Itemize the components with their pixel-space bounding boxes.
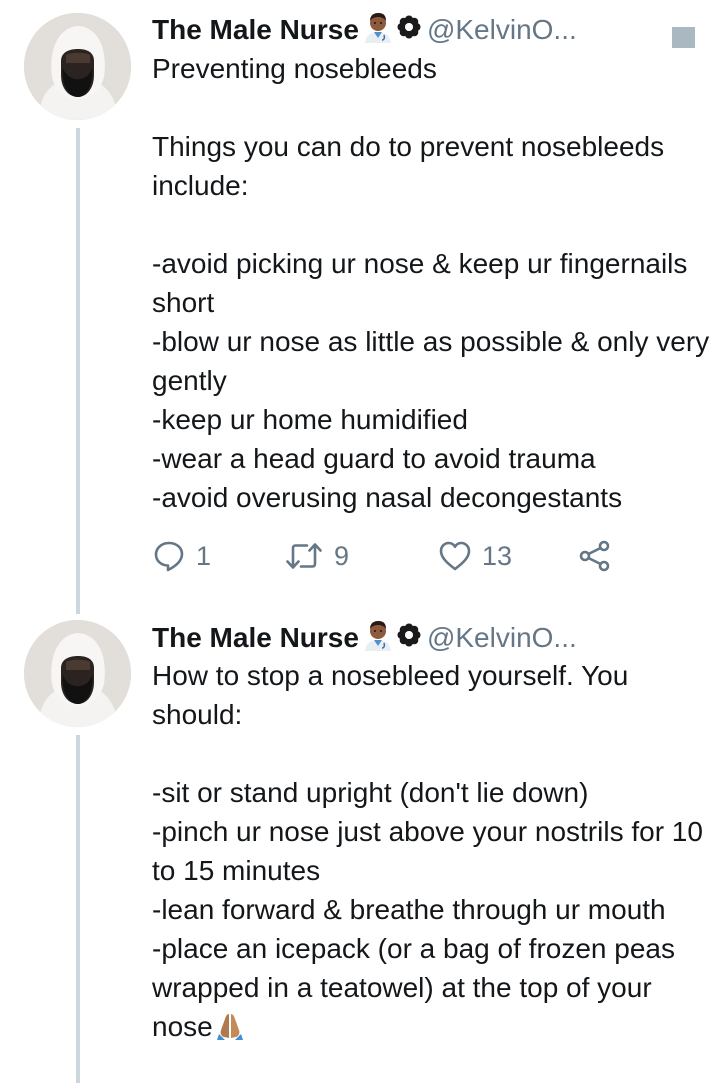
person-in-white-hood-avatar <box>24 13 131 120</box>
reply-icon <box>154 541 184 572</box>
avatar[interactable] <box>24 620 131 727</box>
tweet-1[interactable]: The Male Nurse @KelvinO... Preventing no… <box>0 0 719 600</box>
author-handle[interactable]: @KelvinO... <box>427 14 577 46</box>
tweet-actions: 1 9 13 <box>152 536 632 576</box>
man-health-worker-emoji <box>363 11 393 50</box>
tweet-header: The Male Nurse @KelvinO... <box>152 12 577 48</box>
man-health-worker-emoji <box>363 619 393 658</box>
like-count: 13 <box>482 540 513 571</box>
tweet-header: The Male Nurse @KelvinO... <box>152 620 577 656</box>
retweet-icon <box>286 543 322 569</box>
reply-count: 1 <box>196 540 212 571</box>
flower-badge-icon <box>397 14 421 46</box>
avatar[interactable] <box>24 13 131 120</box>
heart-icon <box>439 541 471 571</box>
tweet-text-content: How to stop a nosebleed yourself. You sh… <box>152 660 703 1042</box>
tweet-2[interactable]: The Male Nurse @KelvinO... How to stop a… <box>0 600 719 1083</box>
retweet-button[interactable]: 9 <box>284 536 349 576</box>
folded-hands-emoji <box>215 1010 245 1050</box>
tweet-text: Preventing nosebleeds Things you can do … <box>152 53 710 513</box>
share-icon <box>579 540 610 572</box>
share-button[interactable] <box>578 536 612 576</box>
flower-badge-icon <box>397 622 421 654</box>
person-in-white-hood-avatar <box>24 620 131 727</box>
caret-menu-icon[interactable] <box>672 27 695 48</box>
author-handle[interactable]: @KelvinO... <box>427 622 577 654</box>
reply-button[interactable]: 1 <box>152 536 211 576</box>
tweet-text: How to stop a nosebleed yourself. You sh… <box>152 656 712 1050</box>
author-name[interactable]: The Male Nurse <box>152 14 359 46</box>
retweet-count: 9 <box>334 540 350 571</box>
like-button[interactable]: 13 <box>438 536 512 576</box>
author-name[interactable]: The Male Nurse <box>152 622 359 654</box>
